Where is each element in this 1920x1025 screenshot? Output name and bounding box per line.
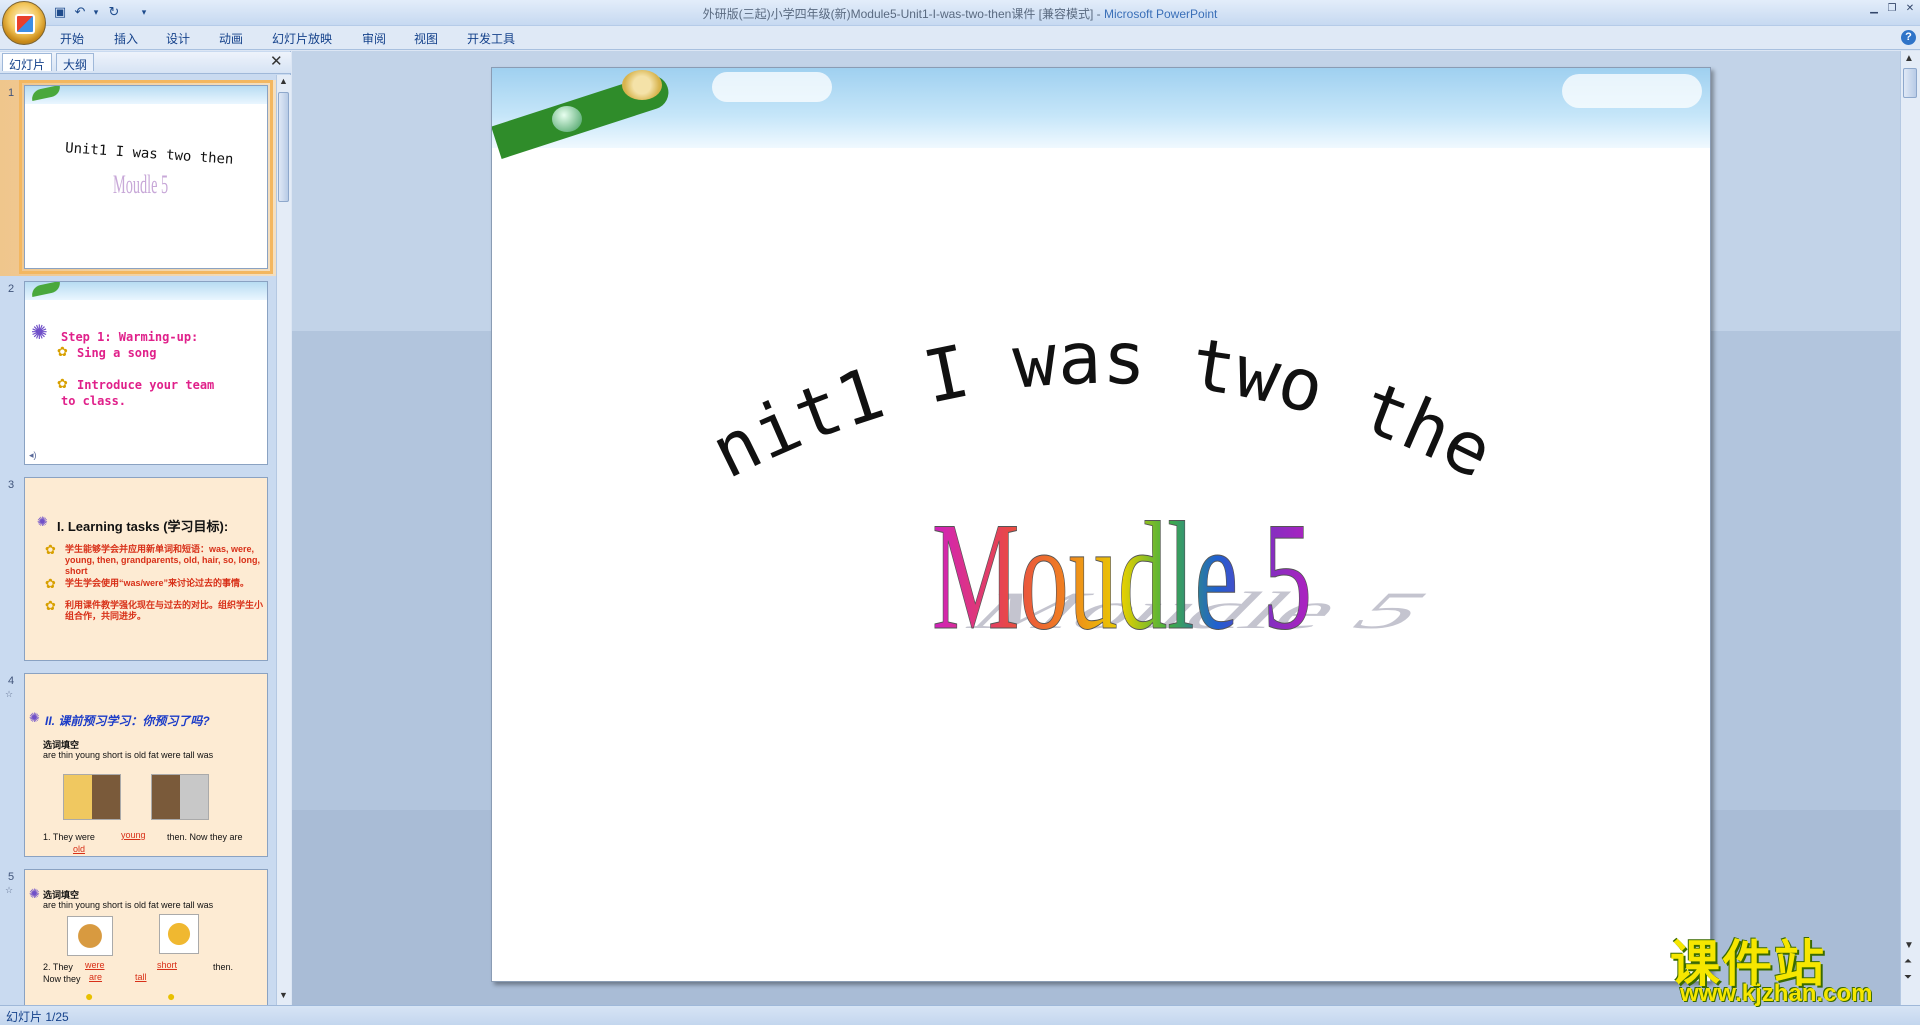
animal-icon: ● [85,988,94,1004]
status-bar [0,1005,1920,1025]
tab-slides[interactable]: 幻灯片 [2,53,53,72]
scroll-down-icon[interactable]: ▼ [279,990,288,1000]
close-panel-icon[interactable]: ✕ [270,54,283,70]
tab-developer[interactable]: 开发工具 [467,30,515,47]
slide-number: 4 [8,675,15,687]
task-item: 学生能够学会并应用新单词和短语：was, were, young, then, … [65,544,261,576]
flower-icon: ✺ [37,514,48,529]
scroll-down-icon[interactable]: ▼ [1904,940,1914,951]
slide-scrollbar[interactable] [1900,51,1920,1005]
answer-short: short [157,960,178,970]
cat-image [67,916,113,956]
close-window-icon[interactable]: ✕ [1902,2,1918,16]
old-couple-image [151,774,209,820]
slide-number: 1 [8,87,15,99]
office-button[interactable] [2,1,46,45]
word-bank: are thin young short is old fat were tal… [43,750,214,760]
slide-number: 3 [8,479,15,491]
sound-icon: ◂) [29,450,37,460]
scroll-up-icon[interactable]: ▲ [1904,53,1914,64]
flower-icon: ✿ [45,576,56,591]
slide-number: 2 [8,283,15,295]
tab-animation[interactable]: 动画 [219,30,243,47]
slide-thumbnail-2[interactable]: ✺ Step 1: Warming-up: ✿ Sing a song ✿ In… [24,281,268,465]
flower-icon: ✺ [29,886,40,901]
tab-view[interactable]: 视图 [414,30,438,47]
tab-outline[interactable]: 大纲 [56,53,95,72]
scroll-up-icon[interactable]: ▲ [279,76,288,86]
flower-icon: ✿ [45,598,56,613]
slide-number: 5 [8,871,15,883]
slide-thumbnail-5[interactable]: ✺ 选词填空 are thin young short is old fat w… [24,869,268,1005]
office-logo-icon [15,14,35,34]
current-slide[interactable]: Unit1 I was two then Moudle 5 Moudle 5 [491,67,1711,982]
animal-icon: ● [167,988,176,1004]
tab-review[interactable]: 审阅 [362,30,386,47]
question-2c: Now they [43,974,81,984]
minimize-icon[interactable]: ▁ [1866,2,1882,16]
slide-subtitle: Moudle 5 [932,490,1312,662]
answer-young: young [121,830,146,840]
tasks-heading: I. Learning tasks (学习目标): [57,519,229,534]
tab-slideshow[interactable]: 幻灯片放映 [272,30,332,47]
answer-are: are [89,972,103,982]
tab-insert[interactable]: 插入 [114,30,138,47]
slide-thumbnail-1[interactable]: Unit1 I was two then Moudle 5 [19,80,273,274]
slide-counter: 幻灯片 1/25 [6,1010,69,1024]
question-2b: then. [213,962,234,972]
flower-icon: ✿ [57,376,68,391]
watermark-logo: 课件站 www.kjzhan.com [1670,924,1900,1007]
next-slide-icon[interactable]: ⏷ [1904,972,1912,983]
tiger-image [159,914,199,954]
window-title: 外研版(三起)小学四年级(新)Module5-Unit1-I-was-two-t… [702,7,1218,21]
flower-icon: ✺ [31,322,48,344]
panel-scroll-thumb[interactable] [278,92,289,202]
word-bank: are thin young short is old fat were tal… [43,900,214,910]
answer-tall: tall [135,972,147,982]
task-item: 利用课件教学强化现在与过去的对比。组织学生小组合作，共同进步。 [65,600,264,621]
intro-text-2: to class. [61,394,127,408]
slide-thumbnail-4[interactable]: ✺ II. 课前预习学习：你预习了吗? 选词填空 are thin young … [24,673,268,857]
slide-banner [25,282,267,300]
thumbnail-list: 1 Unit1 I was two then Moudle 5 2 ✺ Step… [0,75,276,1005]
thumb-title: Unit1 I was two then [64,140,234,168]
question-2: 2. They [43,962,73,972]
restore-icon[interactable]: ❐ [1884,2,1900,16]
slide-banner [25,86,267,104]
step-text: Step 1: Warming-up: [61,330,199,344]
animation-star-icon: ☆ [5,885,14,895]
tab-design[interactable]: 设计 [166,30,190,47]
tab-home[interactable]: 开始 [60,30,84,47]
prev-slide-icon[interactable]: ⏶ [1904,956,1912,967]
slide-subtitle-wordart[interactable]: Moudle 5 Moudle 5 [492,68,1711,982]
slide-scroll-thumb[interactable] [1903,68,1917,98]
animation-star-icon: ☆ [5,689,14,699]
intro-text: Introduce your team [77,378,215,392]
panel-scrollbar[interactable] [276,75,291,1005]
slide-thumbnail-3[interactable]: ✺ I. Learning tasks (学习目标): ✿ 学生能够学会并应用新… [24,477,268,661]
young-couple-image [63,774,121,820]
flower-icon: ✺ [29,710,40,725]
sing-text: Sing a song [77,346,157,360]
task-item: 学生学会使用“was/were”来讨论过去的事情。 [65,578,250,588]
question-1: 1. They were [43,832,95,842]
flower-icon: ✿ [57,344,68,359]
watermark-url: www.kjzhan.com [1680,980,1873,1007]
answer-old: old [73,844,86,854]
flower-icon: ✿ [45,542,56,557]
answer-were: were [85,960,105,970]
preview-heading: II. 课前预习学习：你预习了吗? [45,714,210,728]
question-1b: then. Now they are [167,832,243,842]
help-icon[interactable]: ? [1901,30,1916,45]
thumb-subtitle: Moudle 5 [113,170,169,199]
